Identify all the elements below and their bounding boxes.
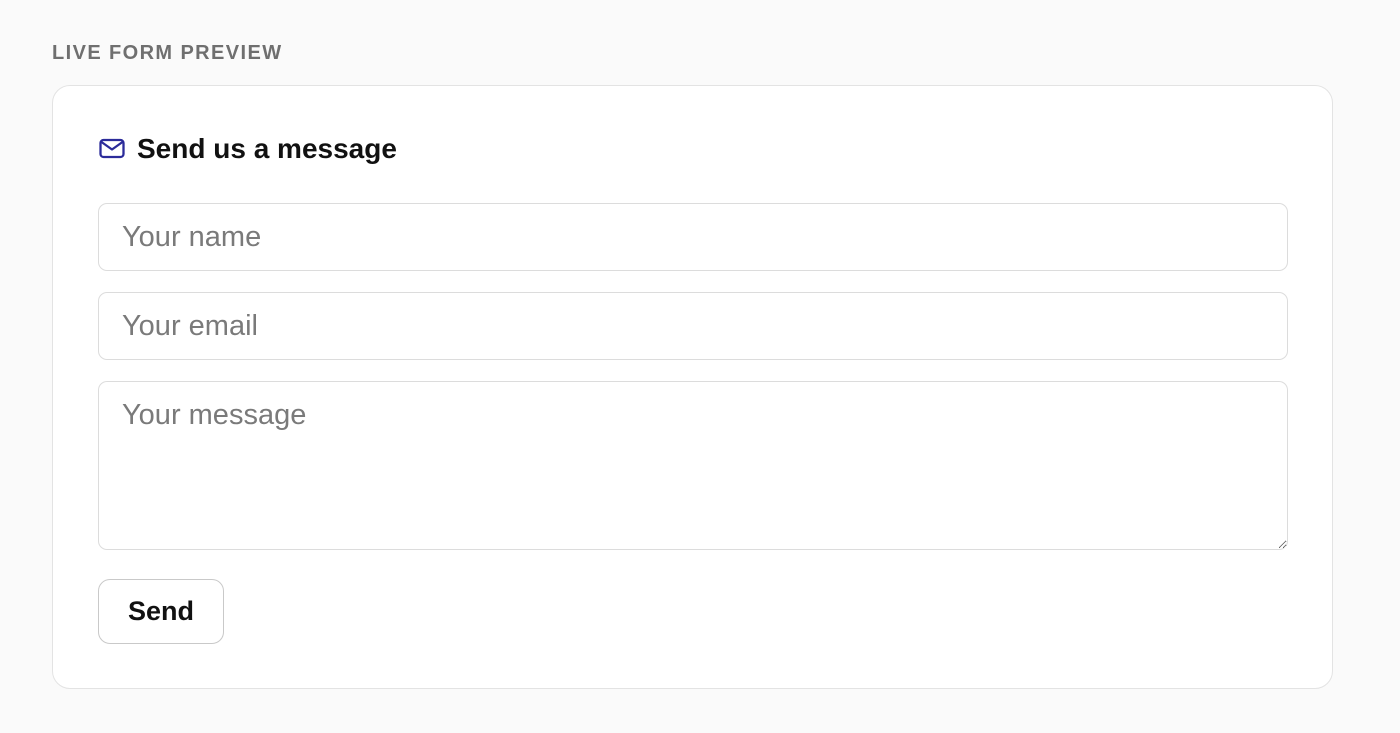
page: LIVE FORM PREVIEW Send us a message Send [0,0,1400,733]
section-label: LIVE FORM PREVIEW [52,42,283,64]
send-button[interactable]: Send [98,579,224,644]
mail-icon [99,138,125,160]
form-title: Send us a message [137,133,397,164]
form-preview-card: Send us a message Send [52,85,1333,689]
message-textarea[interactable] [98,381,1288,550]
form-header: Send us a message [99,130,397,168]
name-input[interactable] [98,203,1288,271]
email-input[interactable] [98,292,1288,360]
